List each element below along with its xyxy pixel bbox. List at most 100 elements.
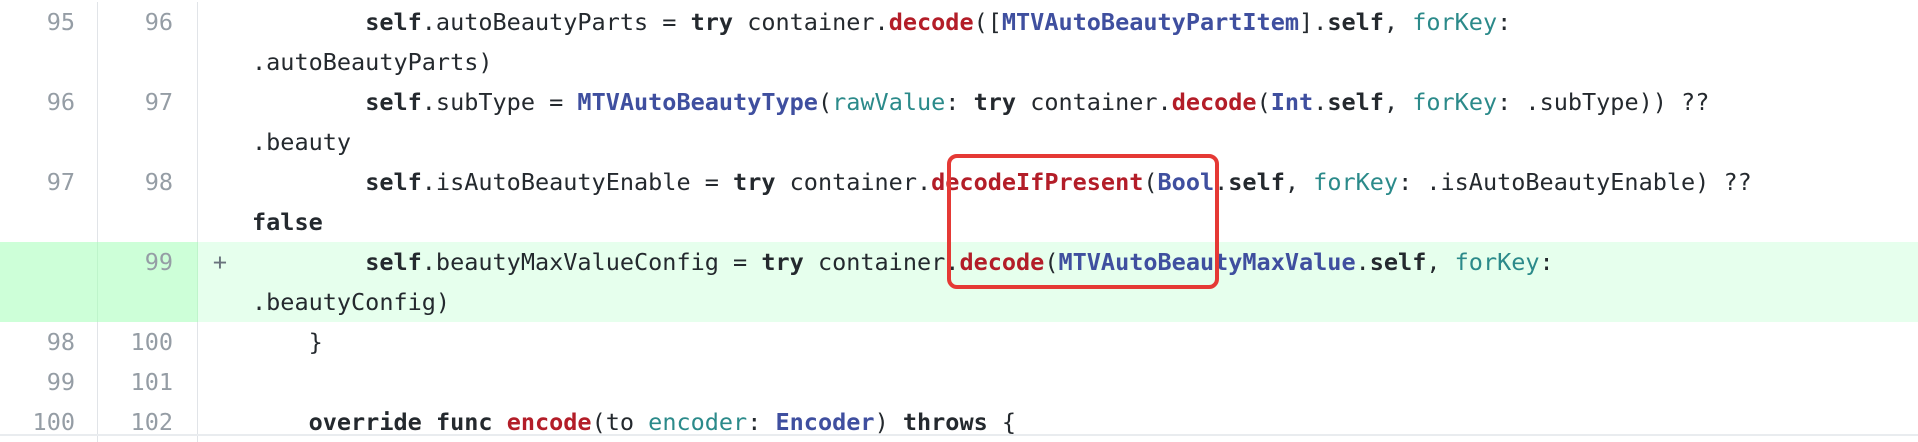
old-line-number: 99: [46, 368, 75, 396]
new-line-number: 98: [144, 168, 173, 196]
code-token: try: [690, 8, 734, 36]
code-token: .isAutoBeautyEnable =: [421, 168, 734, 196]
code-token: ): [874, 408, 903, 436]
code-token: {: [987, 408, 1017, 436]
code-line: self.autoBeautyParts = try container.dec…: [252, 2, 1918, 42]
old-line-number: 96: [46, 88, 75, 116]
code-line: self.subType = MTVAutoBeautyType(rawValu…: [252, 82, 1918, 122]
old-line-number-cell[interactable]: 95: [0, 2, 98, 82]
code-token: self: [1327, 8, 1384, 36]
diff-row: 100 102 override func encode(to encoder: …: [0, 402, 1918, 442]
old-line-number-cell[interactable]: 97: [0, 162, 98, 242]
new-line-number-cell[interactable]: 96: [98, 2, 198, 82]
old-line-number: 97: [46, 168, 75, 196]
code-token: .beautyConfig): [252, 288, 451, 316]
code-token: try: [973, 88, 1017, 116]
diff-row: 98 100 }: [0, 322, 1918, 362]
code-token: try: [761, 248, 804, 276]
new-line-number-cell[interactable]: 98: [98, 162, 198, 242]
code-token: container.: [775, 168, 932, 196]
code-token: container.: [803, 248, 960, 276]
code-token: self: [1228, 168, 1285, 196]
code-token: try: [733, 168, 776, 196]
code-token: }: [252, 328, 323, 356]
new-line-number-cell[interactable]: 100: [98, 322, 198, 362]
diff-row: 99 101: [0, 362, 1918, 402]
code-token: self: [365, 88, 422, 116]
code-token: throws: [902, 408, 988, 436]
code-token: :: [945, 88, 974, 116]
code-token: decode: [888, 8, 974, 36]
diff-row: 95 96 self.autoBeautyParts = try containe…: [0, 2, 1918, 82]
code-token: container.: [733, 8, 889, 36]
code-token: func: [435, 408, 493, 436]
code-token: override: [308, 408, 422, 436]
new-line-number: 99: [144, 248, 173, 276]
code-token: : .isAutoBeautyEnable) ??: [1398, 168, 1752, 196]
code-token: (: [1256, 88, 1271, 116]
code-token: ,: [1383, 88, 1413, 116]
old-line-number-cell[interactable]: [0, 242, 98, 322]
code-token: rawValue: [832, 88, 946, 116]
code-token: .subType =: [421, 88, 578, 116]
code-cell: }: [252, 322, 1918, 362]
code-token: self: [365, 8, 422, 36]
old-line-number-cell[interactable]: 100: [0, 402, 98, 442]
code-token: forKey: [1313, 168, 1399, 196]
new-line-number-cell[interactable]: 97: [98, 82, 198, 162]
annotation-highlight-box: [947, 154, 1219, 289]
code-line: }: [252, 322, 1918, 362]
code-token: encoder: [648, 408, 748, 436]
new-line-number: 100: [130, 328, 173, 356]
code-token: ,: [1284, 168, 1314, 196]
old-line-number: 98: [46, 328, 75, 356]
code-token: .autoBeautyParts): [252, 48, 493, 76]
code-token: (to: [591, 408, 649, 436]
new-line-number: 101: [130, 368, 173, 396]
code-token: decode: [1171, 88, 1257, 116]
old-line-number-cell[interactable]: 99: [0, 362, 98, 402]
code-line: override func encode(to encoder: Encoder…: [252, 402, 1918, 442]
code-token: Encoder: [775, 408, 875, 436]
code-token: encode: [506, 408, 592, 436]
code-token: self: [365, 168, 422, 196]
old-line-number: 95: [46, 8, 75, 36]
code-token: .: [1355, 248, 1370, 276]
code-token: forKey: [1412, 8, 1498, 36]
code-token: ,: [1426, 248, 1455, 276]
code-token: forKey: [1454, 248, 1540, 276]
code-token: : .subType)) ??: [1497, 88, 1710, 116]
code-token: ,: [1383, 8, 1413, 36]
code-token: self: [1369, 248, 1427, 276]
code-token: false: [252, 208, 323, 236]
code-token: (: [817, 88, 833, 116]
diff-marker: +: [212, 248, 228, 276]
code-token: :: [1497, 8, 1512, 36]
new-line-number: 96: [144, 8, 173, 36]
code-token: ([: [973, 8, 1002, 36]
code-token: .: [1313, 88, 1328, 116]
old-line-number-cell[interactable]: 98: [0, 322, 98, 362]
code-token: .beauty: [252, 128, 352, 156]
code-token: self: [365, 248, 422, 276]
code-cell: override func encode(to encoder: Encoder…: [252, 402, 1918, 442]
new-line-number: 97: [144, 88, 173, 116]
new-line-number-cell[interactable]: 101: [98, 362, 198, 402]
old-line-number-cell[interactable]: 96: [0, 82, 98, 162]
code-token: MTVAutoBeautyType: [577, 88, 818, 116]
code-cell: self.subType = MTVAutoBeautyType(rawValu…: [252, 82, 1918, 162]
new-line-number-cell[interactable]: 99: [98, 242, 198, 322]
code-token: ].: [1299, 8, 1328, 36]
code-token: :: [1539, 248, 1554, 276]
new-line-number: 102: [130, 408, 173, 436]
code-token: MTVAutoBeautyPartItem: [1001, 8, 1300, 36]
new-line-number-cell[interactable]: 102: [98, 402, 198, 442]
diff-row: 96 97 self.subType = MTVAutoBeautyType(ra…: [0, 82, 1918, 162]
